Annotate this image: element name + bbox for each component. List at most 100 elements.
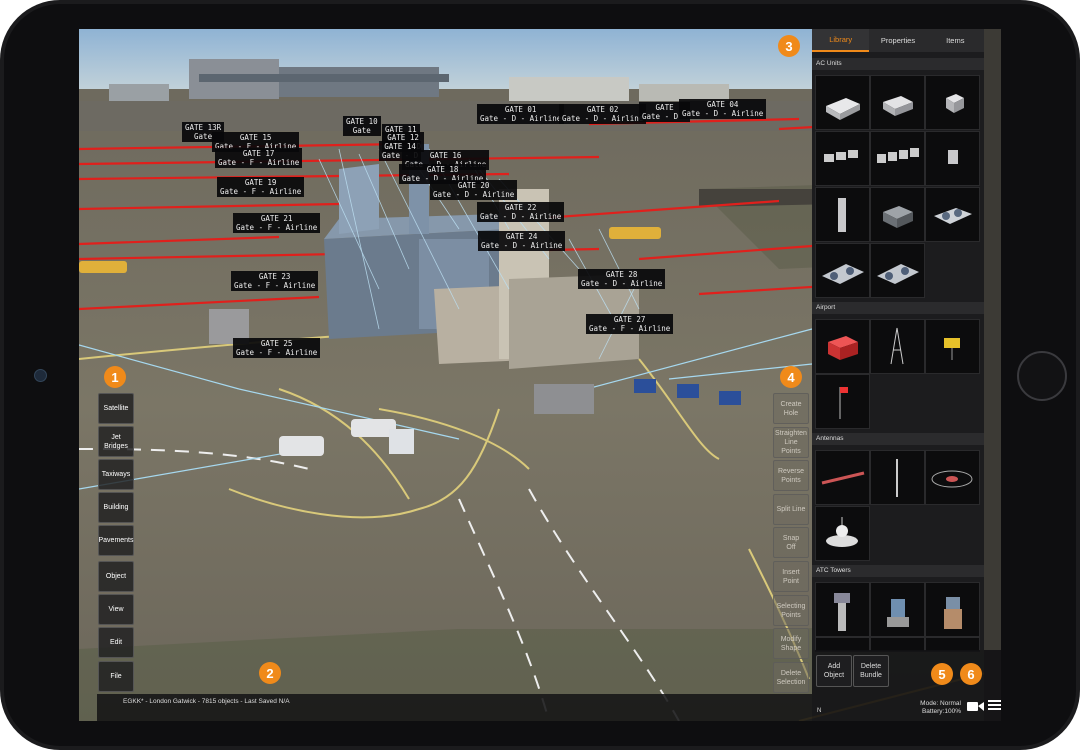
library-tile-airport[interactable] (925, 319, 980, 374)
atc-tower-icon (887, 599, 909, 627)
tab-properties[interactable]: Properties (869, 29, 926, 52)
gate-label[interactable]: GATE 02 Gate - D - Airline (559, 104, 647, 124)
gate-label[interactable]: GATE 10 Gate (343, 116, 381, 136)
gate-label[interactable]: GATE 28 Gate - D - Airline (578, 269, 666, 289)
library-tile-ac-unit[interactable] (815, 243, 870, 298)
file-button[interactable]: File (98, 661, 134, 692)
taxiways-button[interactable]: Taxiways (98, 459, 134, 490)
library-tile-airport[interactable] (815, 319, 870, 374)
ac-unit-large-icon (822, 264, 864, 284)
airport-status-text: EGKK* - London Gatwick - 7815 objects - … (123, 698, 290, 705)
library-tile-ac-unit[interactable] (870, 131, 925, 186)
edit-button[interactable]: Edit (98, 627, 134, 658)
gate-label[interactable]: GATE 23 Gate - F - Airline (231, 271, 319, 291)
jet-bridges-button[interactable]: Jet Bridges (98, 426, 134, 457)
gate-type: Gate - F - Airline (236, 223, 318, 232)
windsock-icon (839, 387, 848, 419)
gate-name: GATE 02 (586, 105, 619, 114)
panel-tabs: Library Properties Items (812, 29, 984, 52)
mode-text: Mode: Normal (920, 700, 961, 707)
gate-name: GATE 25 (260, 339, 293, 348)
gate-name: GATE 23 (258, 272, 291, 281)
tablet-frame: GATE 01 Gate - D - Airline GATE 02 Gate - D… (0, 0, 1080, 750)
selecting-points-button[interactable]: Selecting Points (773, 595, 809, 626)
library-tile-atc-tower[interactable] (870, 582, 925, 637)
gate-name: GATE 27 (613, 315, 646, 324)
gate-name: GATE 04 (706, 100, 739, 109)
library-tile-antenna[interactable] (815, 450, 870, 505)
library-tile-ac-unit[interactable] (815, 75, 870, 130)
ac-unit-large-icon (934, 208, 972, 224)
compass-north-label: N (817, 708, 822, 714)
ac-unit-icon (948, 150, 958, 164)
antenna-array-icon (821, 471, 865, 485)
gate-label[interactable]: GATE 24 Gate - D - Airline (478, 231, 566, 251)
gate-label[interactable]: GATE 01 Gate - D - Airline (477, 104, 565, 124)
gate-type: Gate - F - Airline (236, 348, 318, 357)
panel-side-strip (984, 29, 1001, 721)
gate-name: GATE 22 (504, 203, 537, 212)
library-tile-ac-unit[interactable] (870, 187, 925, 242)
create-hole-button[interactable]: Create Hole (773, 393, 809, 424)
tab-items[interactable]: Items (927, 29, 984, 52)
library-tile-ac-unit[interactable] (870, 243, 925, 298)
library-tile-antenna[interactable] (815, 506, 870, 561)
add-object-button[interactable]: Add Object (816, 655, 852, 687)
gate-name: GATE 21 (260, 214, 293, 223)
radar-dome-icon (826, 517, 858, 547)
red-container-icon (828, 336, 858, 360)
gate-type: Gate - F - Airline (234, 281, 316, 290)
building-button[interactable]: Building (98, 492, 134, 523)
library-tile-ac-unit[interactable] (925, 187, 980, 242)
library-tile-airport[interactable] (815, 374, 870, 429)
modify-shape-button[interactable]: Modify Shape (773, 628, 809, 659)
gate-label[interactable]: GATE 04 Gate - D - Airline (679, 99, 767, 119)
library-tile-ac-unit[interactable] (925, 131, 980, 186)
callout-badge-3: 3 (778, 35, 800, 57)
tab-library[interactable]: Library (812, 29, 870, 52)
atc-tower-icon (944, 597, 962, 629)
library-tile-atc-tower[interactable] (815, 582, 870, 637)
library-tile-ac-unit[interactable] (815, 187, 870, 242)
gate-name: GATE 16 (429, 151, 462, 160)
satellite-button[interactable]: Satellite (98, 393, 134, 424)
callout-badge-5: 5 (931, 663, 953, 685)
pavements-button[interactable]: Pavements (98, 525, 134, 556)
object-button[interactable]: Object (98, 561, 134, 592)
front-camera (34, 369, 47, 382)
battery-text: Battery:100% (921, 708, 961, 715)
section-header-airport: Airport (812, 302, 988, 314)
library-tile-ac-unit[interactable] (925, 75, 980, 130)
library-tile-ac-unit[interactable] (870, 75, 925, 130)
gate-label[interactable]: GATE 22 Gate - D - Airline (477, 202, 565, 222)
library-tile-atc-tower[interactable] (925, 582, 980, 637)
camera-icon[interactable] (967, 700, 985, 712)
section-header-ac-units: AC Units (812, 58, 988, 70)
library-tile-airport[interactable] (870, 319, 925, 374)
gate-label[interactable]: GATE 17 Gate - F - Airline (215, 148, 303, 168)
bottom-control-panel: Add Object Delete Bundle Mode: Normal Ba… (812, 650, 1001, 721)
gate-label[interactable]: GATE 20 Gate - D - Airline (430, 180, 518, 200)
straighten-line-points-button[interactable]: Straighten Line Points (773, 427, 809, 458)
antenna-mast-icon (896, 459, 898, 497)
gate-label[interactable]: GATE 25 Gate - F - Airline (233, 338, 321, 358)
menu-icon[interactable] (988, 699, 1001, 712)
snap-off-button[interactable]: Snap Off (773, 527, 809, 558)
delete-bundle-button[interactable]: Delete Bundle (853, 655, 889, 687)
library-tile-ac-unit[interactable] (815, 131, 870, 186)
library-tile-antenna[interactable] (870, 450, 925, 505)
reverse-points-button[interactable]: Reverse Points (773, 460, 809, 491)
home-button[interactable] (1017, 351, 1067, 401)
view-button[interactable]: View (98, 594, 134, 625)
gate-label[interactable]: GATE 21 Gate - F - Airline (233, 213, 321, 233)
library-tile-antenna[interactable] (925, 450, 980, 505)
gate-name: GATE 24 (505, 232, 538, 241)
section-header-atc-towers: ATC Towers (812, 565, 988, 577)
delete-selection-button[interactable]: Delete Selection (773, 662, 809, 693)
gate-name: GATE 10 (346, 117, 378, 126)
split-line-button[interactable]: Split Line (773, 494, 809, 525)
gate-label[interactable]: GATE 27 Gate - F - Airline (586, 314, 674, 334)
insert-point-button[interactable]: Insert Point (773, 561, 809, 592)
ac-unit-icon (883, 206, 913, 228)
gate-label[interactable]: GATE 19 Gate - F - Airline (217, 177, 305, 197)
